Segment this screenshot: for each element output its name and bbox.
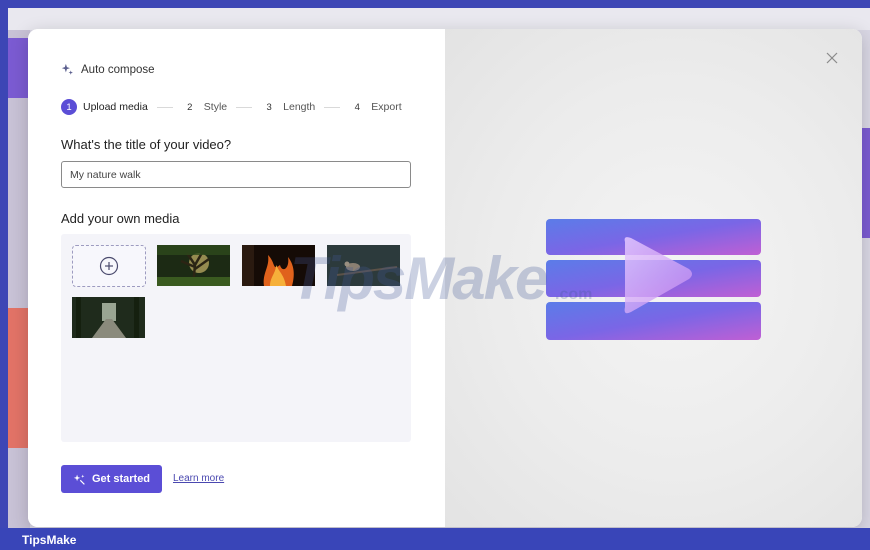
media-section-heading: Add your own media: [61, 211, 180, 226]
step-number: 1: [61, 99, 77, 115]
watermark-suffix: .com: [555, 286, 593, 303]
step-number: 4: [354, 101, 360, 113]
step-divider: [324, 106, 341, 108]
step-export[interactable]: 4 Export: [349, 99, 402, 115]
media-thumbnail-forest-tree[interactable]: [157, 245, 230, 286]
step-upload-media[interactable]: 1 Upload media: [61, 99, 148, 115]
video-title-input[interactable]: [61, 161, 411, 188]
background-clip: [8, 308, 30, 448]
step-style[interactable]: 2 Style: [182, 99, 227, 115]
step-number: 3: [266, 101, 272, 113]
step-label: Style: [203, 101, 228, 113]
video-title-label: What's the title of your video?: [61, 137, 232, 152]
learn-more-link[interactable]: Learn more: [173, 473, 224, 484]
auto-compose-header: Auto compose: [61, 63, 155, 76]
step-length[interactable]: 3 Length: [261, 99, 315, 115]
step-label: Upload media: [83, 101, 148, 113]
get-started-button[interactable]: Get started: [61, 465, 162, 493]
forest-path-image: [72, 297, 145, 338]
footer-bar: TipsMake: [0, 528, 870, 550]
step-divider: [236, 106, 253, 108]
forest-tree-image: [157, 245, 230, 286]
add-circle-icon: [99, 256, 119, 276]
sparkle-icon: [61, 63, 73, 75]
get-started-label: Get started: [91, 473, 151, 485]
step-label: Length: [283, 101, 316, 113]
watermark-brand: TipsMake: [290, 245, 548, 312]
footer-brand: TipsMake: [22, 533, 77, 547]
add-media-button[interactable]: [72, 245, 146, 287]
step-divider: [156, 106, 173, 108]
media-thumbnail-forest-path[interactable]: [72, 297, 145, 338]
close-icon[interactable]: [825, 51, 839, 65]
background-accent: [8, 38, 30, 98]
sparkle-wand-icon: [73, 474, 85, 485]
stepper: 1 Upload media 2 Style 3 Length 4 Export: [61, 99, 402, 115]
auto-compose-title: Auto compose: [81, 63, 155, 76]
step-number: 2: [187, 101, 193, 113]
step-label: Export: [371, 101, 402, 113]
background-sidebar: [8, 30, 30, 528]
background-toolbar: [8, 8, 870, 30]
